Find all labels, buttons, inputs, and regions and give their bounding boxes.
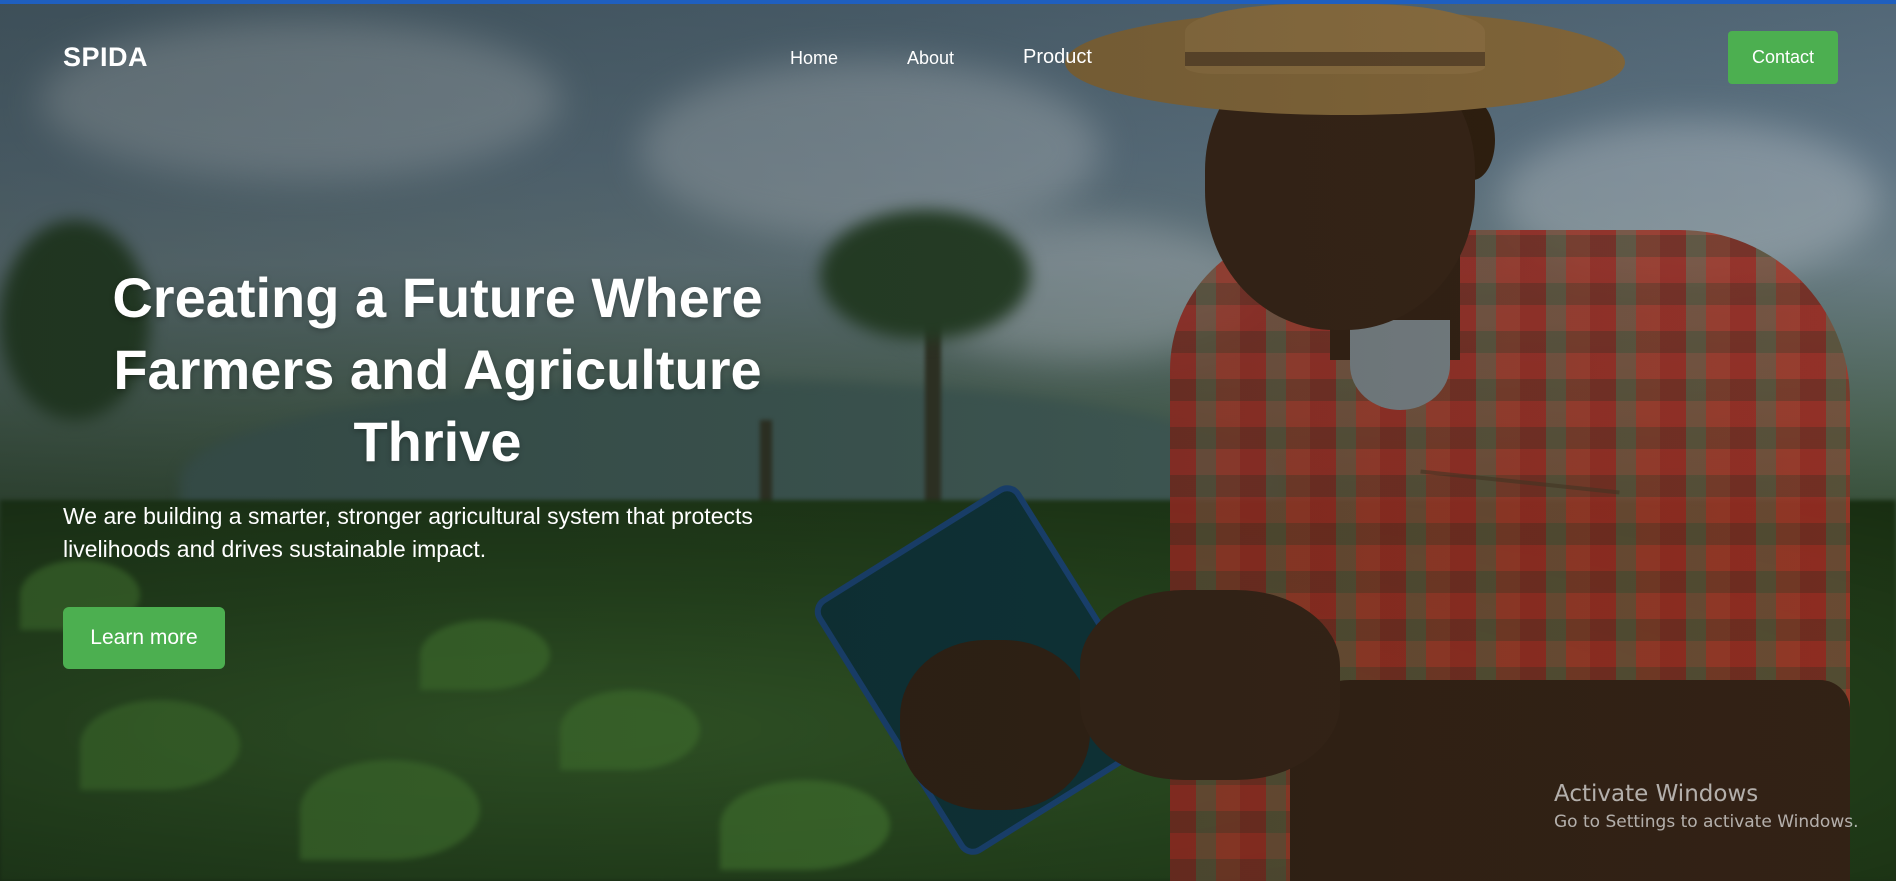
brand-logo[interactable]: SPIDA [63, 42, 148, 73]
contact-button[interactable]: Contact [1728, 31, 1838, 84]
hero-headline: Creating a Future Where Farmers and Agri… [112, 266, 763, 473]
watermark-subtitle: Go to Settings to activate Windows. [1554, 812, 1859, 832]
learn-more-button[interactable]: Learn more [63, 607, 225, 669]
hero-section: SPIDA Home About Product Contact Creatin… [0, 0, 1896, 881]
activation-watermark: Activate Windows Go to Settings to activ… [1554, 779, 1859, 835]
hero-subtext: We are building a smarter, stronger agri… [63, 503, 753, 562]
main-nav: SPIDA Home About Product Contact [0, 4, 1896, 109]
top-border [0, 0, 1896, 4]
nav-link-product[interactable]: Product [1023, 46, 1092, 69]
nav-link-about[interactable]: About [907, 48, 954, 69]
nav-link-home[interactable]: Home [790, 48, 838, 69]
watermark-title: Activate Windows [1554, 781, 1759, 807]
